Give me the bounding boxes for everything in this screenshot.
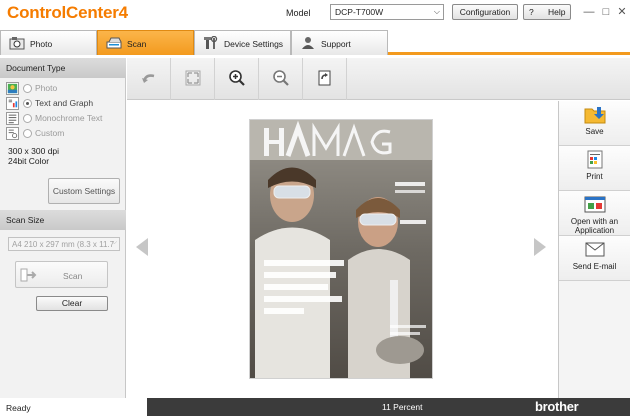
configuration-button[interactable]: Configuration: [452, 4, 518, 20]
zoom-in-button[interactable]: [215, 58, 259, 100]
preview-area: [127, 101, 558, 398]
save-folder-icon: [584, 107, 606, 124]
document-type-custom-label: Custom: [35, 128, 65, 138]
print-icon: [587, 150, 603, 169]
minimize-icon[interactable]: —: [583, 6, 595, 18]
previous-page-arrow-icon[interactable]: [136, 238, 148, 256]
scan-size-value: A4 210 x 297 mm (8.3 x 11.7: [12, 240, 115, 249]
app-title: ControlCenter4: [7, 3, 128, 22]
clear-button[interactable]: Clear: [36, 296, 108, 311]
custom-doc-icon: [6, 127, 19, 140]
scan-button-label: Scan: [63, 271, 83, 281]
send-email-button[interactable]: Send E-mail: [559, 236, 630, 281]
document-type-monochrome-text[interactable]: Monochrome Text: [6, 112, 124, 126]
photo-doc-icon: [6, 82, 19, 95]
scan-icon: [106, 37, 122, 49]
document-type-photo-label: Photo: [35, 83, 58, 93]
chevron-down-icon: ⌵: [111, 239, 117, 246]
radio-photo[interactable]: [23, 84, 32, 93]
radio-text-and-graph[interactable]: [23, 99, 32, 108]
radio-custom[interactable]: [23, 129, 32, 138]
document-type-photo[interactable]: Photo: [6, 82, 124, 96]
rotate-page-icon: [318, 70, 331, 86]
zoom-percent-text: 11 Percent: [382, 402, 423, 412]
scan-arrow-icon: [20, 268, 37, 282]
tab-scan-label: Scan: [127, 39, 147, 49]
help-button-label: Help: [548, 7, 566, 17]
support-icon: [302, 37, 314, 49]
save-button-label: Save: [585, 127, 604, 136]
status-text: Ready: [6, 403, 31, 413]
tab-photo-label: Photo: [30, 39, 53, 49]
help-question-icon: ?: [529, 7, 534, 17]
custom-settings-button[interactable]: Custom Settings: [48, 178, 120, 204]
next-page-arrow-icon[interactable]: [534, 238, 546, 256]
fit-to-window-button[interactable]: [171, 58, 215, 100]
action-panel: Save Print Open with an Application Send…: [558, 101, 630, 398]
title-bar: ControlCenter4 Model DCP-T700W ⌵ Configu…: [0, 0, 630, 30]
open-with-app-icon: [584, 196, 606, 213]
scan-size-header: Scan Size: [0, 210, 126, 230]
monochrome-doc-icon: [6, 112, 19, 125]
tab-device-settings-label: Device Settings: [224, 39, 284, 49]
model-select[interactable]: DCP-T700W ⌵: [330, 4, 444, 20]
print-button[interactable]: Print: [559, 146, 630, 191]
zoom-out-button[interactable]: [259, 58, 303, 100]
close-icon[interactable]: ✕: [616, 6, 628, 18]
model-select-value: DCP-T700W: [335, 7, 384, 17]
tab-photo[interactable]: Photo: [0, 30, 97, 55]
document-type-text-and-graph-label: Text and Graph: [35, 98, 94, 108]
chevron-down-icon: ⌵: [433, 7, 440, 16]
rotate-page-button[interactable]: [303, 58, 347, 100]
resolution-text: 300 x 300 dpi: [8, 146, 60, 156]
image-toolbar: [127, 58, 630, 100]
photo-icon: [9, 37, 25, 50]
radio-monochrome-text[interactable]: [23, 114, 32, 123]
text-graph-doc-icon: [6, 97, 19, 110]
left-panel: Document Type Photo Text and Graph Monoc…: [0, 58, 126, 398]
brother-logo: brother: [535, 399, 579, 414]
zoom-out-icon: [273, 70, 289, 86]
tab-scan[interactable]: Scan: [97, 30, 194, 55]
open-with-application-button[interactable]: Open with an Application: [559, 191, 630, 236]
tab-support[interactable]: Support: [291, 30, 388, 55]
rotate-icon: [142, 74, 155, 83]
scan-size-select[interactable]: A4 210 x 297 mm (8.3 x 11.7 ⌵: [8, 237, 120, 251]
zoom-in-icon: [229, 70, 245, 86]
open-with-application-label: Open with an Application: [570, 217, 619, 235]
magazine-cover-graphic: [250, 120, 432, 378]
document-type-header: Document Type: [0, 58, 126, 78]
rotate-button[interactable]: [127, 58, 171, 100]
fit-to-window-icon: [185, 70, 201, 86]
document-type-monochrome-text-label: Monochrome Text: [35, 113, 103, 123]
scan-button[interactable]: Scan: [15, 261, 108, 288]
send-email-label: Send E-mail: [572, 262, 617, 271]
scanned-magazine-cover-image: [249, 119, 433, 379]
model-label: Model: [286, 8, 311, 18]
document-type-text-and-graph[interactable]: Text and Graph: [6, 97, 124, 111]
document-type-custom[interactable]: Custom: [6, 127, 124, 141]
email-icon: [585, 242, 605, 257]
color-mode-text: 24bit Color: [8, 156, 50, 166]
status-bar-dark: 11 Percent brother: [147, 398, 630, 416]
help-button[interactable]: ? Help: [523, 4, 571, 20]
tab-bar: Photo Scan Device Settings Support: [0, 30, 630, 55]
status-bar: Ready 11 Percent brother: [0, 398, 630, 416]
tools-icon: [204, 36, 218, 49]
print-button-label: Print: [586, 172, 603, 181]
tab-support-label: Support: [321, 39, 351, 49]
tab-device-settings[interactable]: Device Settings: [194, 30, 291, 55]
maximize-icon[interactable]: □: [600, 6, 612, 18]
save-button[interactable]: Save: [559, 101, 630, 146]
